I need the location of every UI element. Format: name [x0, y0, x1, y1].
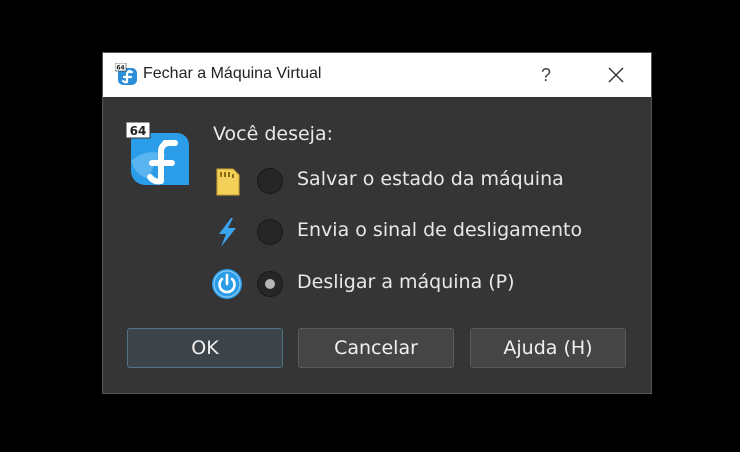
radio-acpi-shutdown[interactable]	[257, 219, 283, 245]
cancel-button[interactable]: Cancelar	[298, 328, 454, 368]
option-save-state[interactable]: Salvar o estado da máquina	[211, 163, 631, 199]
option-power-off[interactable]: Desligar a máquina (P)	[211, 266, 631, 302]
option-label-save-state[interactable]: Salvar o estado da máquina	[297, 168, 564, 190]
radio-save-state[interactable]	[257, 168, 283, 194]
lightning-icon	[219, 218, 236, 247]
help-button[interactable]: Ajuda (H)	[470, 328, 626, 368]
app-icon-badge: 64	[116, 64, 124, 71]
sd-card-icon	[216, 168, 240, 196]
option-acpi-shutdown[interactable]: Envia o sinal de desligamento	[211, 214, 631, 250]
title-help-button[interactable]: ?	[529, 61, 563, 89]
power-icon	[212, 269, 242, 299]
vm-os-icon: 64	[125, 121, 189, 185]
ok-button[interactable]: OK	[127, 328, 283, 368]
os-badge: 64	[130, 124, 147, 138]
radio-power-off[interactable]	[257, 271, 283, 297]
window-title: Fechar a Máquina Virtual	[143, 65, 322, 82]
close-vm-dialog: 64 Fechar a Máquina Virtual ? 64 Você de…	[103, 53, 651, 393]
title-bar: 64 Fechar a Máquina Virtual ?	[103, 53, 651, 97]
option-label-power-off[interactable]: Desligar a máquina (P)	[297, 271, 515, 293]
close-icon[interactable]	[599, 61, 633, 89]
question-label: Você deseja:	[213, 123, 333, 145]
option-label-acpi-shutdown[interactable]: Envia o sinal de desligamento	[297, 219, 582, 241]
virtualbox-fedora-icon: 64	[115, 63, 137, 85]
